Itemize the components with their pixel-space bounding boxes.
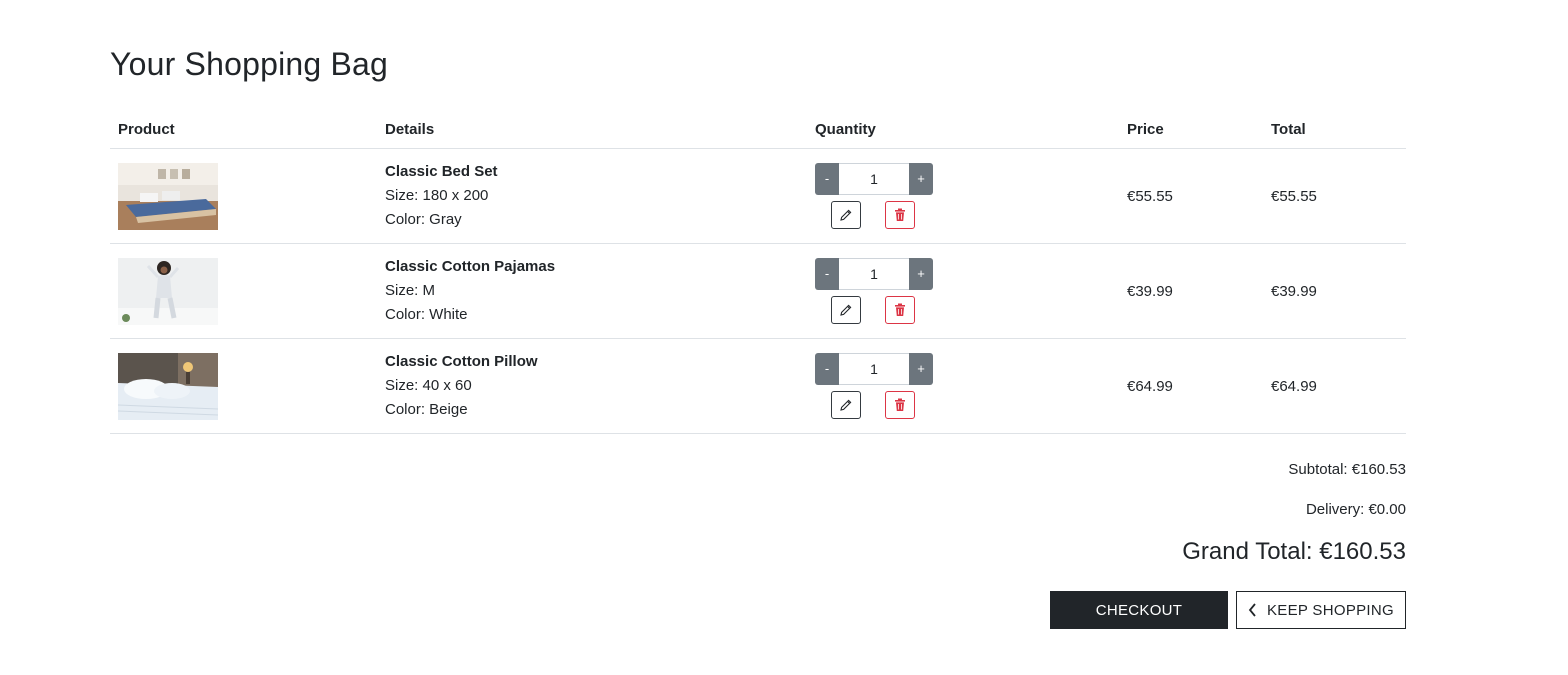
product-color: Color: White (385, 306, 468, 323)
pajamas-image (118, 257, 218, 325)
decrease-quantity-button[interactable]: - (815, 258, 839, 290)
quantity-input[interactable] (839, 163, 909, 195)
keep-shopping-label: KEEP SHOPPING (1267, 601, 1394, 619)
quantity-stepper: - + (815, 163, 935, 195)
remove-item-button[interactable] (885, 201, 915, 229)
delivery-text: Delivery: €0.00 (1305, 501, 1406, 518)
product-size: Size: 180 x 200 (385, 187, 489, 204)
product-name: Classic Cotton Pillow (385, 353, 538, 370)
product-size: Size: 40 x 60 (385, 377, 472, 394)
item-total: €64.99 (1263, 338, 1406, 434)
header-quantity: Quantity (807, 110, 1119, 149)
increase-quantity-button[interactable]: + (909, 163, 933, 195)
decrease-quantity-button[interactable]: - (815, 163, 839, 195)
subtotal-text: Subtotal: €160.53 (1288, 461, 1406, 478)
table-header-row: Product Details Quantity Price Total (110, 110, 1406, 149)
bed-set-image (118, 162, 218, 230)
grand-total-text: Grand Total: €160.53 (1182, 538, 1406, 565)
pencil-icon (840, 399, 852, 411)
remove-item-button[interactable] (885, 391, 915, 419)
bag-table: Product Details Quantity Price Total Cla… (110, 110, 1406, 434)
update-item-button[interactable] (831, 391, 861, 419)
table-row: Classic Cotton Pillow Size: 40 x 60 Colo… (110, 338, 1406, 434)
header-product: Product (110, 110, 377, 149)
product-color: Color: Beige (385, 401, 468, 418)
header-details: Details (377, 110, 807, 149)
product-name: Classic Bed Set (385, 163, 498, 180)
page-title: Your Shopping Bag (110, 46, 389, 82)
quantity-input[interactable] (839, 353, 909, 385)
product-color: Color: Gray (385, 211, 462, 228)
header-price: Price (1119, 110, 1263, 149)
chevron-left-icon (1248, 603, 1256, 617)
trash-icon (895, 208, 905, 221)
checkout-button[interactable]: CHECKOUT (1050, 591, 1228, 629)
increase-quantity-button[interactable]: + (909, 353, 933, 385)
remove-item-button[interactable] (885, 296, 915, 324)
quantity-input[interactable] (839, 258, 909, 290)
quantity-stepper: - + (815, 258, 935, 290)
item-price: €55.55 (1119, 148, 1263, 244)
header-total: Total (1263, 110, 1406, 149)
update-item-button[interactable] (831, 296, 861, 324)
pencil-icon (840, 304, 852, 316)
item-total: €39.99 (1263, 243, 1406, 339)
table-row: Classic Cotton Pajamas Size: M Color: Wh… (110, 243, 1406, 339)
pillow-image (118, 352, 218, 420)
update-item-button[interactable] (831, 201, 861, 229)
table-row: Classic Bed Set Size: 180 x 200 Color: G… (110, 148, 1406, 244)
keep-shopping-button[interactable]: KEEP SHOPPING (1236, 591, 1406, 629)
item-price: €39.99 (1119, 243, 1263, 339)
quantity-stepper: - + (815, 353, 935, 385)
trash-icon (895, 398, 905, 411)
product-size: Size: M (385, 282, 436, 299)
increase-quantity-button[interactable]: + (909, 258, 933, 290)
product-name: Classic Cotton Pajamas (385, 258, 556, 275)
item-price: €64.99 (1119, 338, 1263, 434)
pencil-icon (840, 209, 852, 221)
decrease-quantity-button[interactable]: - (815, 353, 839, 385)
item-total: €55.55 (1263, 148, 1406, 244)
trash-icon (895, 303, 905, 316)
